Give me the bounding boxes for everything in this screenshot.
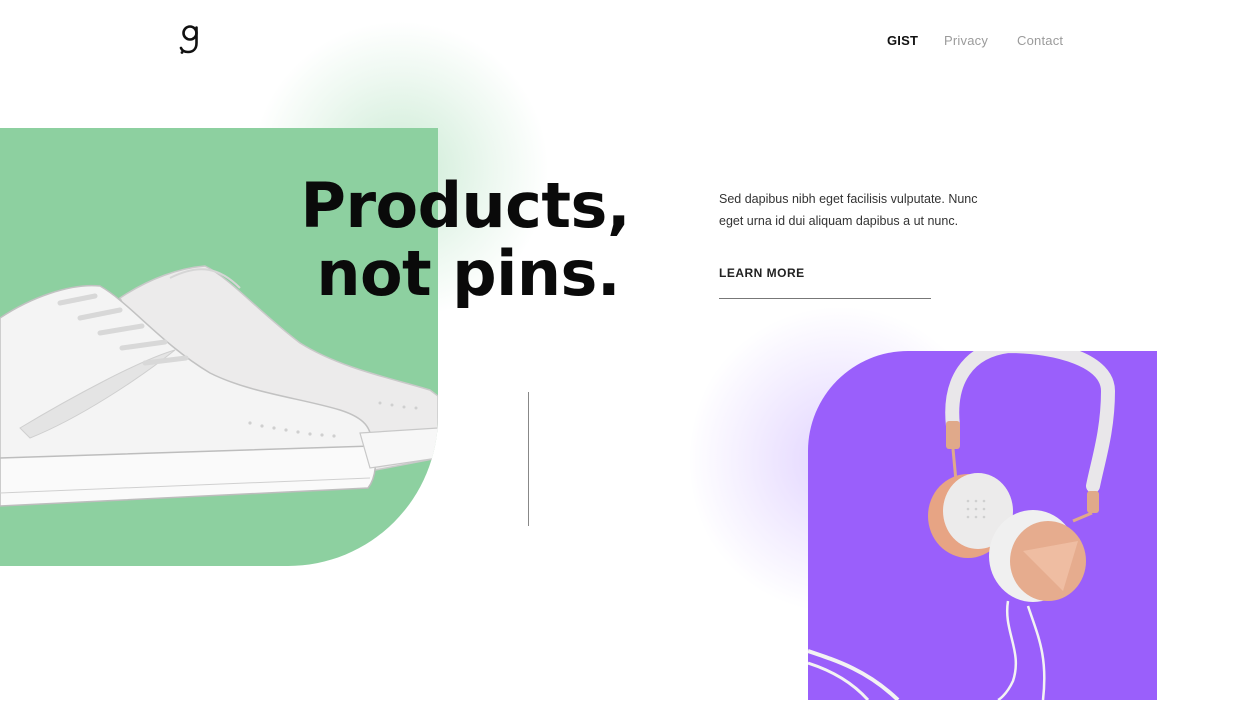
- hero-headline: Products, not pins.: [290, 169, 631, 310]
- top-nav: GIST Privacy Contact: [887, 33, 1063, 48]
- headline-line-1: Products,: [300, 169, 631, 242]
- landing-page: GIST Privacy Contact Products, not pins.…: [0, 0, 1248, 702]
- nav-item-privacy[interactable]: Privacy: [944, 33, 1017, 48]
- headline-line-2: not pins.: [316, 237, 620, 310]
- headphones-image: [808, 351, 1116, 700]
- headphones-card: [808, 351, 1157, 700]
- learn-more-underline: [719, 298, 931, 299]
- gist-logo[interactable]: [176, 22, 206, 58]
- gist-logo-icon: [179, 25, 198, 54]
- nav-item-gist[interactable]: GIST: [887, 33, 944, 48]
- vertical-divider: [528, 392, 529, 526]
- learn-more-link[interactable]: LEARN MORE: [719, 266, 805, 280]
- hero-description: Sed dapibus nibh eget facilisis vulputat…: [719, 192, 978, 228]
- nav-item-contact[interactable]: Contact: [1017, 33, 1063, 48]
